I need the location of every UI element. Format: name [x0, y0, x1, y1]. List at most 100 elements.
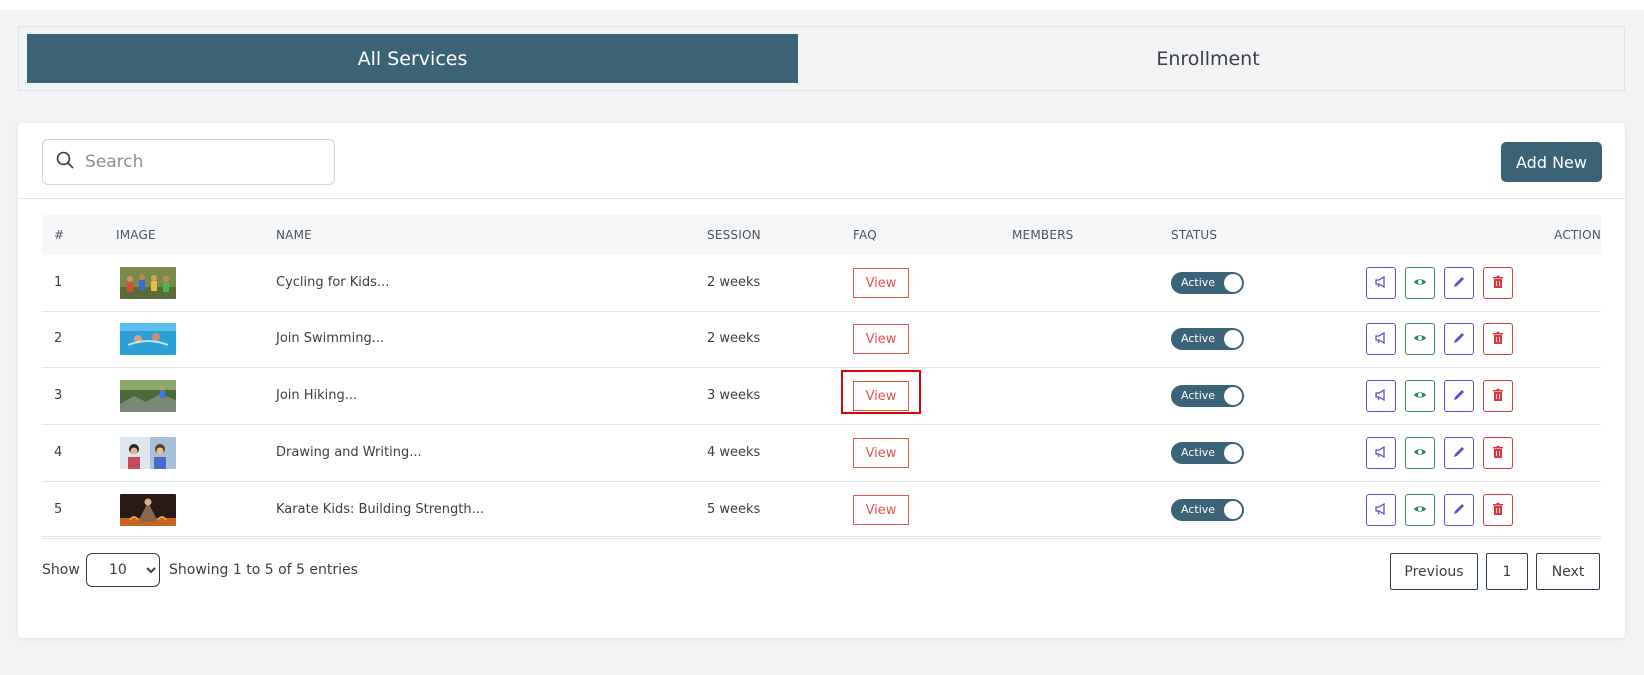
service-name: Karate Kids: Building Strength...: [276, 502, 484, 517]
trash-icon: [1491, 387, 1505, 406]
col-session-header: SESSION: [707, 228, 761, 242]
tab-enrollment[interactable]: Enrollment: [798, 34, 1618, 83]
pencil-icon: [1452, 387, 1466, 406]
trash-icon: [1491, 501, 1505, 520]
toggle-knob: [1224, 444, 1242, 462]
faq-view-button[interactable]: View: [853, 381, 909, 411]
card-divider: [18, 198, 1625, 199]
toggle-knob: [1224, 274, 1242, 292]
search-box[interactable]: [42, 139, 335, 185]
row-index: 5: [54, 502, 63, 517]
service-name: Cycling for Kids...: [276, 275, 390, 290]
edit-button[interactable]: [1444, 494, 1474, 526]
delete-button[interactable]: [1483, 380, 1513, 412]
table-row: 1 Cycling for Kids... 2 weeks View Activ…: [42, 255, 1601, 312]
show-label: Show: [42, 562, 80, 578]
service-session: 2 weeks: [707, 275, 761, 290]
view-button[interactable]: [1405, 380, 1435, 412]
service-name: Join Hiking...: [276, 388, 358, 403]
status-toggle[interactable]: Active: [1171, 499, 1244, 521]
delete-button[interactable]: [1483, 494, 1513, 526]
view-button[interactable]: [1405, 323, 1435, 355]
view-button[interactable]: [1405, 494, 1435, 526]
megaphone-icon: [1374, 444, 1388, 463]
delete-button[interactable]: [1483, 437, 1513, 469]
announce-button[interactable]: [1366, 380, 1396, 412]
status-toggle[interactable]: Active: [1171, 385, 1244, 407]
faq-view-button[interactable]: View: [853, 268, 909, 298]
trash-icon: [1491, 444, 1505, 463]
edit-button[interactable]: [1444, 437, 1474, 469]
service-session: 5 weeks: [707, 502, 761, 517]
eye-icon: [1413, 501, 1427, 520]
pencil-icon: [1452, 330, 1466, 349]
announce-button[interactable]: [1366, 437, 1396, 469]
toggle-knob: [1224, 387, 1242, 405]
table-row: 2 Join Swimming... 2 weeks View Active: [42, 311, 1601, 368]
service-session: 2 weeks: [707, 331, 761, 346]
toggle-knob: [1224, 330, 1242, 348]
search-input[interactable]: [85, 152, 325, 172]
table-divider: [42, 536, 1601, 537]
pencil-icon: [1452, 501, 1466, 520]
megaphone-icon: [1374, 330, 1388, 349]
status-toggle[interactable]: Active: [1171, 328, 1244, 350]
faq-view-button[interactable]: View: [853, 438, 909, 468]
eye-icon: [1413, 330, 1427, 349]
status-toggle[interactable]: Active: [1171, 442, 1244, 464]
announce-button[interactable]: [1366, 494, 1396, 526]
delete-button[interactable]: [1483, 323, 1513, 355]
add-new-button[interactable]: Add New: [1501, 142, 1602, 182]
view-button[interactable]: [1405, 267, 1435, 299]
toggle-knob: [1224, 501, 1242, 519]
status-label: Active: [1181, 332, 1216, 345]
col-image-header: IMAGE: [116, 228, 156, 242]
trash-icon: [1491, 274, 1505, 293]
table-header: # IMAGE NAME SESSION FAQ MEMBERS STATUS …: [42, 215, 1601, 255]
status-toggle[interactable]: Active: [1171, 272, 1244, 294]
next-page-button[interactable]: Next: [1536, 553, 1600, 590]
service-thumbnail: [120, 267, 176, 299]
edit-button[interactable]: [1444, 323, 1474, 355]
service-thumbnail: [120, 380, 176, 412]
eye-icon: [1413, 444, 1427, 463]
table-row: 3 Join Hiking... 3 weeks View Active: [42, 368, 1601, 425]
status-label: Active: [1181, 503, 1216, 516]
col-name-header: NAME: [276, 228, 312, 242]
service-name: Drawing and Writing...: [276, 445, 422, 460]
status-label: Active: [1181, 389, 1216, 402]
row-index: 4: [54, 445, 63, 460]
service-thumbnail: [120, 323, 176, 355]
col-status-header: STATUS: [1171, 228, 1218, 242]
tab-all-services[interactable]: All Services: [27, 34, 798, 83]
services-card: Add New # IMAGE NAME SESSION FAQ MEMBERS…: [18, 123, 1625, 638]
announce-button[interactable]: [1366, 267, 1396, 299]
row-index: 1: [54, 275, 63, 290]
eye-icon: [1413, 387, 1427, 406]
edit-button[interactable]: [1444, 380, 1474, 412]
service-session: 3 weeks: [707, 388, 761, 403]
service-thumbnail: [120, 437, 176, 469]
pencil-icon: [1452, 274, 1466, 293]
status-label: Active: [1181, 276, 1216, 289]
page-size-select[interactable]: 10: [86, 553, 160, 587]
col-members-header: MEMBERS: [1012, 228, 1074, 242]
page-1-button[interactable]: 1: [1486, 553, 1528, 590]
faq-view-button[interactable]: View: [853, 495, 909, 525]
faq-view-button[interactable]: View: [853, 324, 909, 354]
search-icon: [55, 150, 75, 174]
row-index: 3: [54, 388, 63, 403]
tab-bar: All Services Enrollment: [18, 26, 1625, 91]
pencil-icon: [1452, 444, 1466, 463]
previous-page-button[interactable]: Previous: [1390, 553, 1478, 590]
announce-button[interactable]: [1366, 323, 1396, 355]
service-name: Join Swimming...: [276, 331, 385, 346]
service-thumbnail: [120, 494, 176, 526]
service-session: 4 weeks: [707, 445, 761, 460]
delete-button[interactable]: [1483, 267, 1513, 299]
view-button[interactable]: [1405, 437, 1435, 469]
col-faq-header: FAQ: [853, 228, 877, 242]
trash-icon: [1491, 330, 1505, 349]
edit-button[interactable]: [1444, 267, 1474, 299]
eye-icon: [1413, 274, 1427, 293]
